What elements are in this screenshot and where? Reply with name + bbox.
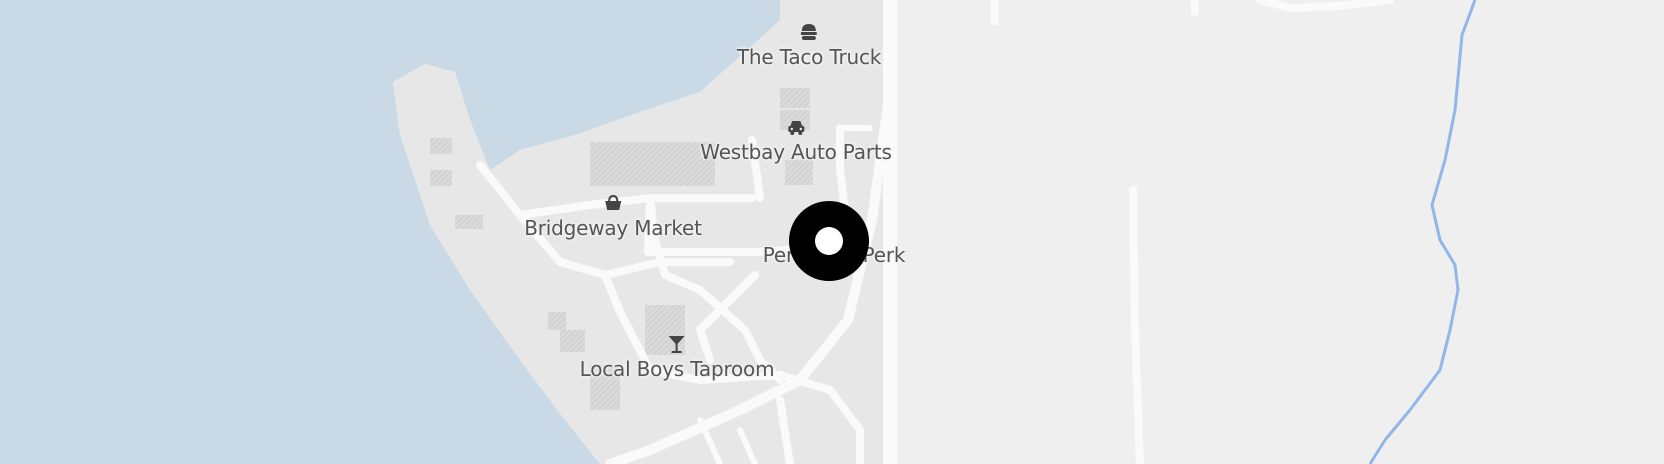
poi-bridgeway-market[interactable]: Bridgeway Market xyxy=(524,193,702,240)
poi-the-taco-truck[interactable]: The Taco Truck xyxy=(737,22,881,69)
car-icon xyxy=(786,117,806,137)
poi-westbay-auto-parts[interactable]: Westbay Auto Parts xyxy=(700,117,892,164)
marker-center xyxy=(815,227,843,255)
burger-icon xyxy=(799,22,819,42)
cocktail-icon xyxy=(667,334,687,354)
map-canvas[interactable]: The Taco Truck Westbay Auto Parts Bridge… xyxy=(0,0,1664,464)
poi-local-boys-taproom[interactable]: Local Boys Taproom xyxy=(580,334,775,381)
poi-label: Local Boys Taproom xyxy=(579,357,775,381)
location-ring-marker-icon[interactable] xyxy=(789,201,869,281)
poi-label: The Taco Truck xyxy=(736,45,882,69)
shopping-basket-icon xyxy=(603,193,623,213)
poi-label: Bridgeway Market xyxy=(524,216,702,240)
poi-label: Westbay Auto Parts xyxy=(700,140,892,164)
